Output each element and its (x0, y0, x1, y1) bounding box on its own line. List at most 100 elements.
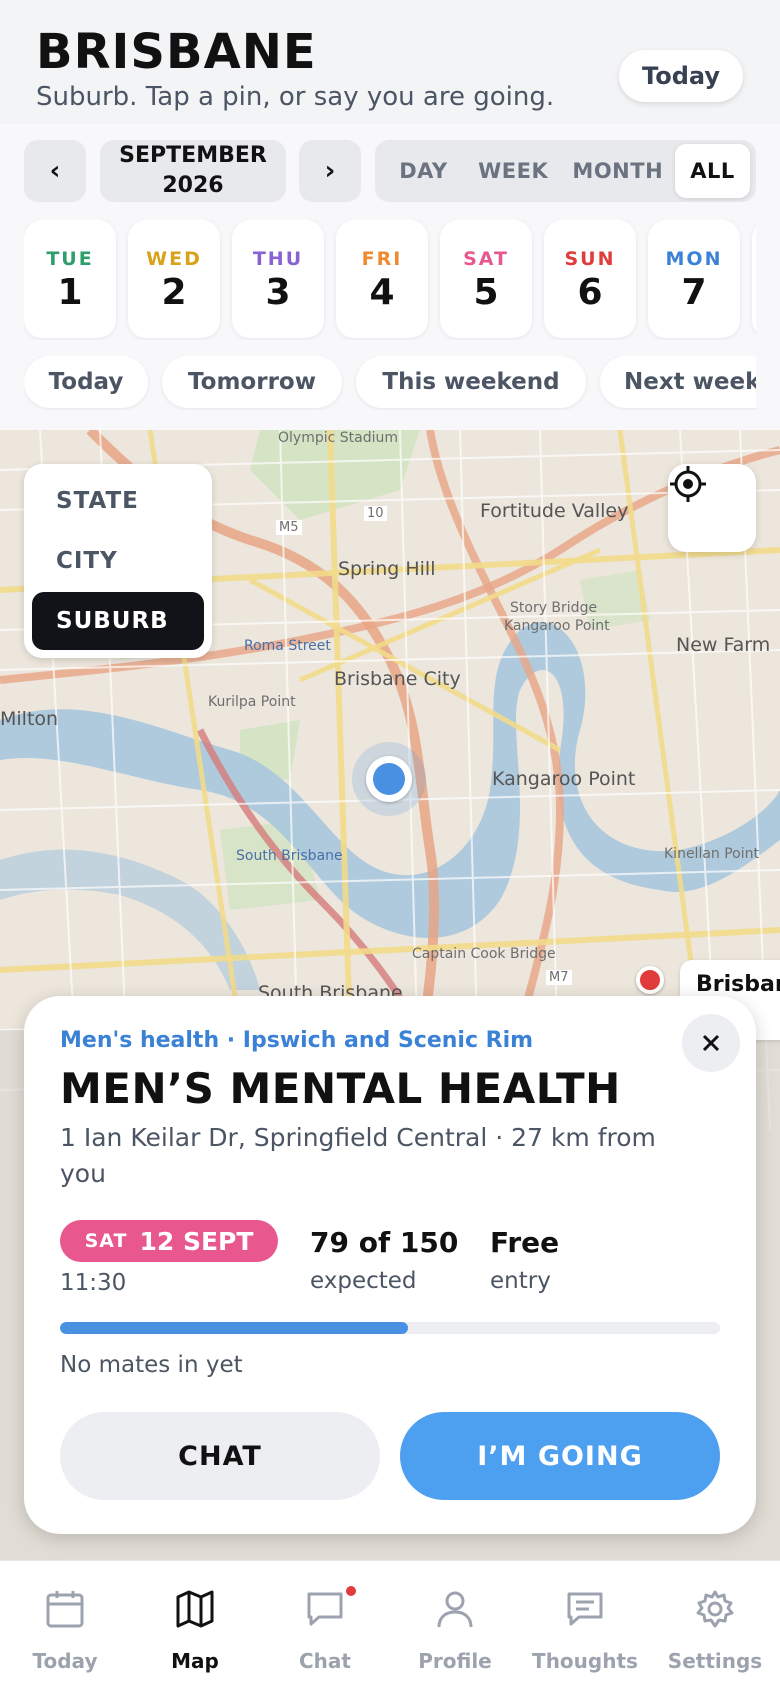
day-number: 2 (161, 272, 187, 313)
event-pin[interactable] (636, 966, 664, 994)
calendar-icon (46, 1591, 84, 1628)
scale-option-suburb[interactable]: SUBURB (32, 592, 204, 650)
prev-month-button[interactable]: ‹ (24, 140, 86, 202)
day-number: 1 (57, 272, 83, 313)
map-label-spring-hill: Spring Hill (338, 558, 436, 580)
map-label-story-bridge: Story Bridge (510, 600, 598, 616)
tab-label: Chat (299, 1649, 351, 1673)
tab-thoughts[interactable]: Thoughts (520, 1561, 650, 1688)
gear-icon (696, 1590, 734, 1628)
day-card[interactable]: WED 2 (128, 220, 220, 338)
page-subtitle: Suburb. Tap a pin, or say you are going. (36, 82, 555, 112)
calendar-controls: ‹ SEPTEMBER 2026 › DAY WEEK MONTH ALL TU… (0, 124, 780, 430)
map-label-captain-cook-bridge: Captain Cook Bridge (412, 946, 556, 962)
filter-chip-tomorrow[interactable]: Tomorrow (162, 356, 342, 408)
tab-chat[interactable]: Chat (260, 1561, 390, 1688)
map-label-kangaroo-point-2: Kangaroo Point (492, 768, 636, 790)
day-name: TUE (46, 248, 94, 270)
day-card[interactable]: FRI 4 (336, 220, 428, 338)
mates-status: No mates in yet (60, 1352, 243, 1378)
attendance-count: 79 of 150 (310, 1226, 459, 1259)
tab-map[interactable]: Map (130, 1561, 260, 1688)
crosshair-icon (670, 466, 706, 502)
day-name: FRI (361, 248, 403, 270)
today-button[interactable]: Today (619, 50, 743, 102)
view-month-tab[interactable]: MONTH (561, 144, 675, 198)
pin-callout-title: Brisbane (696, 972, 780, 997)
day-name: SUN (564, 248, 616, 270)
month-label: SEPTEMBER (119, 143, 267, 168)
event-address: 1 Ian Keilar Dr, Springfield Central · 2… (60, 1123, 656, 1188)
chat-notification-dot (346, 1586, 356, 1596)
map-label-milton: Milton (0, 708, 59, 730)
view-day-tab[interactable]: DAY (381, 144, 466, 198)
month-selector[interactable]: SEPTEMBER 2026 (100, 140, 286, 202)
day-card[interactable]: TUE 1 (24, 220, 116, 338)
day-card[interactable]: SAT 5 (440, 220, 532, 338)
day-name: MON (665, 248, 723, 270)
user-location-dot (366, 756, 412, 802)
scale-option-state[interactable]: STATE (32, 472, 204, 530)
day-number: 6 (577, 272, 603, 313)
chat-button[interactable]: CHAT (60, 1412, 380, 1500)
quick-filter-row: Today Tomorrow This weekend Next week (24, 356, 756, 410)
scale-selector: STATE CITY SUBURB (24, 464, 212, 658)
tab-today[interactable]: Today (0, 1561, 130, 1688)
chat-bubble-icon (307, 1592, 343, 1626)
map-label-roma-street: Roma Street (244, 638, 331, 654)
attendance-progress-fill (60, 1322, 408, 1334)
view-all-tab[interactable]: ALL (675, 144, 750, 198)
attendance-label: expected (310, 1268, 417, 1294)
year-label: 2026 (162, 173, 224, 198)
day-number: 7 (681, 272, 707, 313)
day-card[interactable]: MON 7 (648, 220, 740, 338)
locate-me-button[interactable] (668, 464, 756, 552)
close-button[interactable] (682, 1014, 740, 1072)
day-name: WED (146, 248, 202, 270)
map-icon (176, 1590, 214, 1628)
next-month-button[interactable]: › (299, 140, 361, 202)
map-label-m5: M5 (276, 520, 302, 535)
price-label: entry (490, 1268, 551, 1294)
event-time: 11:30 (60, 1270, 127, 1296)
day-card[interactable]: SUN 6 (544, 220, 636, 338)
close-icon (702, 1034, 720, 1052)
map-label-10: 10 (364, 506, 387, 521)
tab-profile[interactable]: Profile (390, 1561, 520, 1688)
tab-label: Settings (667, 1649, 763, 1673)
day-name: THU (252, 248, 304, 270)
map-label-south-brisbane: South Brisbane (236, 848, 343, 864)
map-label-new-farm: New Farm (676, 634, 771, 656)
scale-option-city[interactable]: CITY (32, 532, 204, 590)
tab-label: Map (171, 1649, 219, 1673)
map-label-m7: M7 (546, 970, 572, 985)
map-label-fortitude-valley: Fortitude Valley (480, 500, 629, 522)
day-card-partial[interactable] (752, 220, 756, 338)
tab-settings[interactable]: Settings (650, 1561, 780, 1688)
tab-label: Thoughts (532, 1649, 638, 1673)
day-card[interactable]: THU 3 (232, 220, 324, 338)
filter-chip-this-weekend[interactable]: This weekend (356, 356, 586, 408)
im-going-button[interactable]: I’M GOING (400, 1412, 720, 1500)
map-label-brisbane-city: Brisbane City (334, 668, 461, 690)
filter-chip-today[interactable]: Today (24, 356, 148, 408)
filter-chip-next-week[interactable]: Next week (600, 356, 756, 408)
view-week-tab[interactable]: WEEK (466, 144, 561, 198)
day-strip: TUE 1 WED 2 THU 3 FRI 4 SAT 5 SUN 6 MON … (24, 220, 756, 340)
header: BRISBANE Suburb. Tap a pin, or say you a… (0, 0, 780, 124)
date-weekday: SAT (84, 1230, 128, 1252)
day-number: 5 (473, 272, 499, 313)
tab-label: Today (32, 1649, 98, 1673)
event-category: Men's health · Ipswich and Scenic Rim (60, 1028, 534, 1053)
attendance-progress-bar (60, 1322, 720, 1334)
message-icon (567, 1592, 603, 1626)
date-day: 12 SEPT (139, 1226, 254, 1256)
view-segmented-control: DAY WEEK MONTH ALL (375, 140, 756, 202)
day-number: 3 (265, 272, 291, 313)
day-name: SAT (463, 248, 509, 270)
map-label-kinellan-point: Kinellan Point (664, 846, 759, 862)
map-label-kangaroo-point-1: Kangaroo Point (504, 618, 610, 634)
price-value: Free (490, 1226, 560, 1259)
event-title: MEN’S MENTAL HEALTH (60, 1064, 621, 1113)
map-label-kurilpa-point: Kurilpa Point (208, 694, 296, 710)
